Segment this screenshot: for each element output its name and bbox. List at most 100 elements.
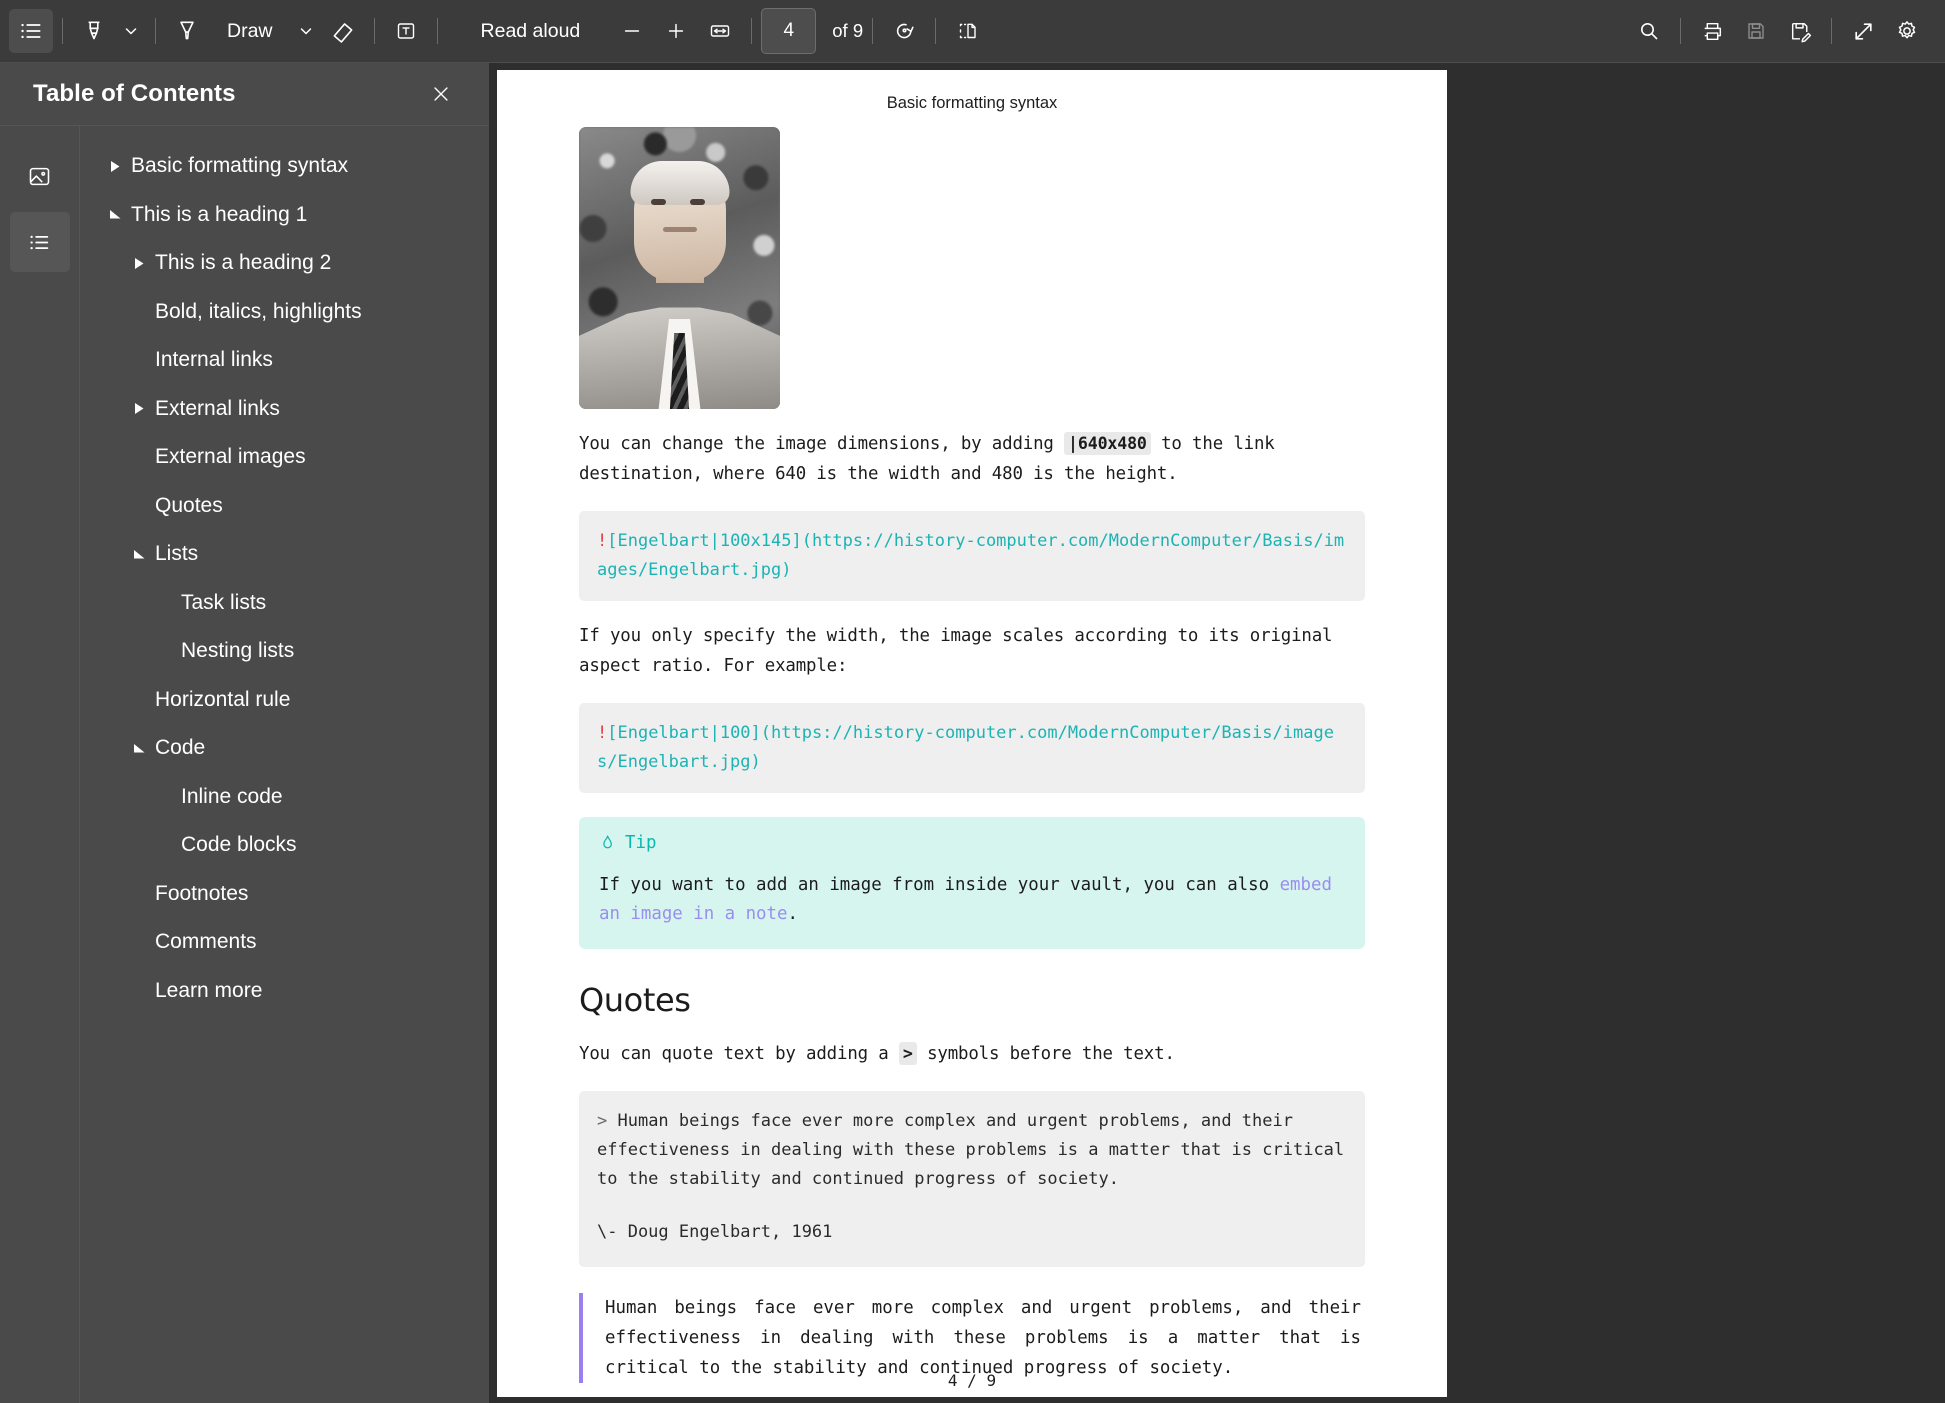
toc-item-label: This is a heading 2 — [155, 251, 332, 275]
draw-button[interactable]: Draw — [209, 9, 291, 53]
toolbar-left-group: Draw Read aloud — [0, 9, 600, 53]
rendered-blockquote: Human beings face ever more complex and … — [579, 1293, 1365, 1383]
page-running-header: Basic formatting syntax — [886, 94, 1058, 112]
code1-bang: ! — [597, 531, 608, 551]
paragraph-aspect-ratio: If you only specify the width, the image… — [579, 626, 1333, 676]
toc-item-horizontal-rule[interactable]: Horizontal rule — [80, 676, 489, 725]
zoom-in-button[interactable] — [654, 9, 698, 53]
toc-item-comments[interactable]: Comments — [80, 918, 489, 967]
toc-item-nesting-lists[interactable]: Nesting lists — [80, 627, 489, 676]
chevron-right-icon[interactable] — [126, 402, 152, 415]
para3-text-a: You can quote text by adding a — [579, 1044, 899, 1064]
toolbar-divider — [935, 18, 937, 44]
toc-item-label: Comments — [155, 930, 257, 954]
highlighter-options-button[interactable] — [116, 9, 146, 53]
eraser-icon — [330, 18, 356, 44]
read-aloud-button[interactable]: Read aloud — [461, 9, 601, 53]
draw-label: Draw — [227, 19, 273, 42]
toolbar-page-controls: of 9 — [610, 8, 989, 54]
page-count-label: of 9 — [832, 20, 864, 41]
pdf-toolbar: Draw Read aloud 4 of 9 — [0, 0, 1945, 63]
toc-list-button[interactable] — [9, 212, 70, 272]
pdf-viewer[interactable]: Basic formatting syntax You can change t… — [489, 63, 1945, 1403]
toc-item-code-blocks[interactable]: Code blocks — [80, 821, 489, 870]
chevron-down-icon[interactable] — [126, 549, 152, 560]
plus-icon — [665, 20, 687, 42]
add-text-button[interactable] — [384, 9, 428, 53]
toc-item-task-lists[interactable]: Task lists — [80, 579, 489, 628]
toc-header: Table of Contents — [0, 63, 489, 126]
toc-item-label: Nesting lists — [181, 639, 295, 663]
expand-arrows-icon — [1851, 19, 1876, 44]
chevron-right-icon[interactable] — [102, 160, 128, 173]
page-view-button[interactable] — [945, 9, 989, 53]
photo-mouth — [662, 227, 697, 233]
save-button[interactable] — [1734, 9, 1778, 53]
toc-item-label: Basic formatting syntax — [131, 154, 349, 178]
toc-item-inline-code[interactable]: Inline code — [80, 773, 489, 822]
thumbnails-button[interactable] — [10, 146, 70, 206]
quote-code-attribution: \- Doug Engelbart, 1961 — [597, 1222, 833, 1242]
table-of-contents-toggle-button[interactable] — [9, 9, 53, 53]
close-toc-button[interactable] — [419, 72, 463, 116]
toc-item-learn-more[interactable]: Learn more — [80, 967, 489, 1016]
fit-to-width-button[interactable] — [698, 9, 742, 53]
toc-item-bold-italics-highlights[interactable]: Bold, italics, highlights — [80, 288, 489, 337]
highlighter-button[interactable] — [72, 9, 116, 53]
draw-pen-button[interactable] — [165, 9, 209, 53]
photo-eye-right — [689, 198, 705, 205]
list-icon — [26, 229, 53, 256]
rotate-button[interactable] — [882, 9, 926, 53]
toc-item-internal-links[interactable]: Internal links — [80, 336, 489, 385]
code1-rest: [Engelbart|100x145](https://history-comp… — [597, 531, 1345, 580]
toc-item-this-is-a-heading-2[interactable]: This is a heading 2 — [80, 239, 489, 288]
toc-item-lists[interactable]: Lists — [80, 530, 489, 579]
fullscreen-button[interactable] — [1841, 9, 1885, 53]
print-button[interactable] — [1690, 9, 1734, 53]
read-aloud-label: Read aloud — [480, 19, 581, 42]
toolbar-divider — [62, 18, 63, 44]
para1-text-a: You can change the image dimensions, by … — [579, 434, 1065, 454]
page-number-input[interactable] — [761, 8, 817, 54]
toc-rail — [0, 126, 80, 1403]
chevron-down-icon[interactable] — [102, 209, 128, 220]
paragraph-quote-syntax: You can quote text by adding a > symbols… — [579, 1039, 1365, 1069]
code-block-quote-example: > Human beings face ever more complex an… — [579, 1091, 1365, 1267]
chevron-down-icon[interactable] — [126, 743, 152, 754]
toc-item-this-is-a-heading-1[interactable]: This is a heading 1 — [80, 191, 489, 240]
toolbar-right-group — [1627, 9, 1945, 53]
toc-item-label: Learn more — [155, 978, 263, 1002]
quote-marker: > — [597, 1111, 608, 1131]
search-button[interactable] — [1627, 9, 1671, 53]
chevron-right-icon[interactable] — [126, 257, 152, 270]
table-of-contents-panel: Table of Contents Basic formatting synta… — [0, 63, 489, 1403]
save-as-button[interactable] — [1778, 9, 1822, 53]
settings-button[interactable] — [1885, 9, 1929, 53]
document-page: Basic formatting syntax You can change t… — [497, 70, 1447, 1397]
text-box-icon — [394, 19, 418, 43]
toc-item-basic-formatting-syntax[interactable]: Basic formatting syntax — [80, 142, 489, 191]
toc-item-external-images[interactable]: External images — [80, 433, 489, 482]
tip-callout: Tip If you want to add an image from ins… — [579, 817, 1365, 949]
toc-item-label: Lists — [155, 542, 199, 566]
chevron-down-icon — [123, 23, 139, 39]
zoom-out-button[interactable] — [610, 9, 654, 53]
paragraph-image-dimensions: You can change the image dimensions, by … — [579, 429, 1365, 489]
quotes-heading: Quotes — [579, 981, 691, 1019]
toc-item-quotes[interactable]: Quotes — [80, 482, 489, 531]
toc-item-external-links[interactable]: External links — [80, 385, 489, 434]
callout-text-a: If you want to add an image from inside … — [599, 875, 1280, 895]
search-icon — [1637, 19, 1661, 43]
toolbar-divider — [872, 18, 874, 44]
draw-options-button[interactable] — [291, 9, 321, 53]
toc-item-code[interactable]: Code — [80, 724, 489, 773]
engelbart-portrait-image — [579, 127, 780, 409]
toc-item-footnotes[interactable]: Footnotes — [80, 870, 489, 919]
eraser-button[interactable] — [321, 9, 365, 53]
page-view-icon — [955, 19, 979, 43]
tip-callout-body: If you want to add an image from inside … — [599, 871, 1345, 929]
toc-item-label: Bold, italics, highlights — [155, 299, 362, 323]
quote-code-line: > Human beings face ever more complex an… — [597, 1107, 1347, 1194]
tip-callout-header: Tip — [599, 833, 1345, 853]
toc-body: Basic formatting syntax This is a heading… — [0, 126, 489, 1403]
